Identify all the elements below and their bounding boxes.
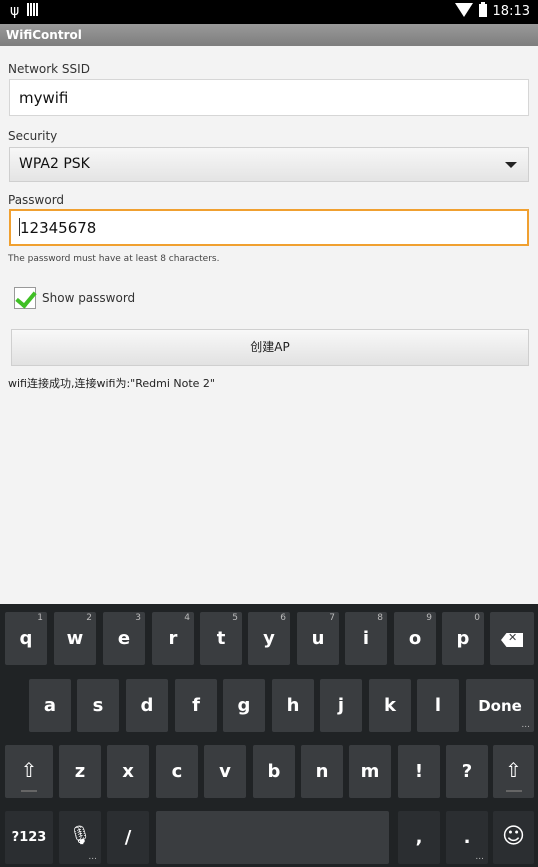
status-right: 18:13 — [454, 2, 530, 19]
key-s[interactable]: s — [77, 679, 119, 732]
key-y[interactable]: 6y — [248, 612, 290, 665]
password-input[interactable]: 12345678 — [9, 209, 529, 246]
soft-keyboard: 1q 2w 3e 4r 5t 6y 7u 8i 9o 0p a s d f g … — [0, 604, 538, 867]
password-value: 12345678 — [20, 219, 97, 237]
done-key[interactable]: Done... — [466, 679, 534, 732]
ssid-label: Network SSID — [8, 62, 90, 76]
show-password-checkbox[interactable] — [14, 286, 37, 309]
key-k[interactable]: k — [369, 679, 411, 732]
key-slash[interactable]: / — [107, 811, 149, 864]
microphone-icon: 🎙 — [68, 825, 92, 846]
key-p[interactable]: 0p — [442, 612, 484, 665]
key-z[interactable]: z — [59, 745, 101, 798]
security-select[interactable]: WPA2 PSK — [9, 147, 529, 182]
key-j[interactable]: j — [320, 679, 362, 732]
key-question[interactable]: ? — [446, 745, 488, 798]
key-u[interactable]: 7u — [297, 612, 339, 665]
key-g[interactable]: g — [223, 679, 265, 732]
key-l[interactable]: l — [417, 679, 459, 732]
wifi-icon — [454, 3, 473, 17]
key-a[interactable]: a — [29, 679, 71, 732]
key-q[interactable]: 1q — [5, 612, 47, 665]
shift-key-left[interactable]: ⇧ — [5, 745, 53, 798]
password-hint: The password must have at least 8 charac… — [8, 254, 220, 264]
security-label: Security — [8, 129, 58, 143]
shift-icon: ⇧ — [20, 758, 38, 782]
ssid-input[interactable]: mywifi — [9, 79, 529, 116]
status-left: ψ — [10, 3, 40, 19]
clock: 18:13 — [492, 4, 530, 19]
create-ap-button[interactable]: 创建AP — [11, 329, 529, 366]
key-b[interactable]: b — [253, 745, 295, 798]
key-h[interactable]: h — [272, 679, 314, 732]
signal-bars-icon — [27, 3, 40, 16]
battery-icon — [478, 2, 487, 17]
key-x[interactable]: x — [107, 745, 149, 798]
key-i[interactable]: 8i — [345, 612, 387, 665]
backspace-icon — [501, 633, 523, 647]
dropdown-arrow-icon — [505, 162, 517, 168]
security-value: WPA2 PSK — [19, 156, 90, 172]
key-c[interactable]: c — [156, 745, 198, 798]
key-exclamation[interactable]: ! — [398, 745, 440, 798]
key-w[interactable]: 2w — [54, 612, 96, 665]
key-o[interactable]: 9o — [394, 612, 436, 665]
status-bar: ψ 18:13 — [0, 0, 538, 24]
key-v[interactable]: v — [204, 745, 246, 798]
key-m[interactable]: m — [349, 745, 391, 798]
app-title-bar: WifiControl — [0, 24, 538, 46]
key-e[interactable]: 3e — [103, 612, 145, 665]
key-d[interactable]: d — [126, 679, 168, 732]
symbols-key[interactable]: ?123 — [5, 811, 53, 864]
emoji-key[interactable]: ☺ — [493, 811, 534, 864]
main-content: Network SSID mywifi Security WPA2 PSK Pa… — [0, 46, 538, 604]
shift-key-right[interactable]: ⇧ — [493, 745, 534, 798]
microphone-key[interactable]: 🎙... — [59, 811, 101, 864]
app-title: WifiControl — [6, 28, 82, 42]
key-f[interactable]: f — [175, 679, 217, 732]
key-period[interactable]: .... — [446, 811, 488, 864]
key-r[interactable]: 4r — [152, 612, 194, 665]
shift-icon-right: ⇧ — [505, 758, 522, 782]
usb-icon: ψ — [10, 3, 20, 19]
show-password-label[interactable]: Show password — [42, 291, 135, 305]
checkmark-icon — [15, 286, 37, 309]
ssid-value: mywifi — [19, 89, 69, 107]
emoji-icon: ☺ — [502, 824, 525, 849]
spacebar[interactable] — [156, 811, 389, 864]
key-t[interactable]: 5t — [200, 612, 242, 665]
key-comma[interactable]: , — [398, 811, 440, 864]
password-label: Password — [8, 193, 65, 207]
backspace-key[interactable] — [490, 612, 534, 665]
key-n[interactable]: n — [301, 745, 343, 798]
connection-status-message: wifi连接成功,连接wifi为:"Redmi Note 2" — [8, 377, 215, 390]
